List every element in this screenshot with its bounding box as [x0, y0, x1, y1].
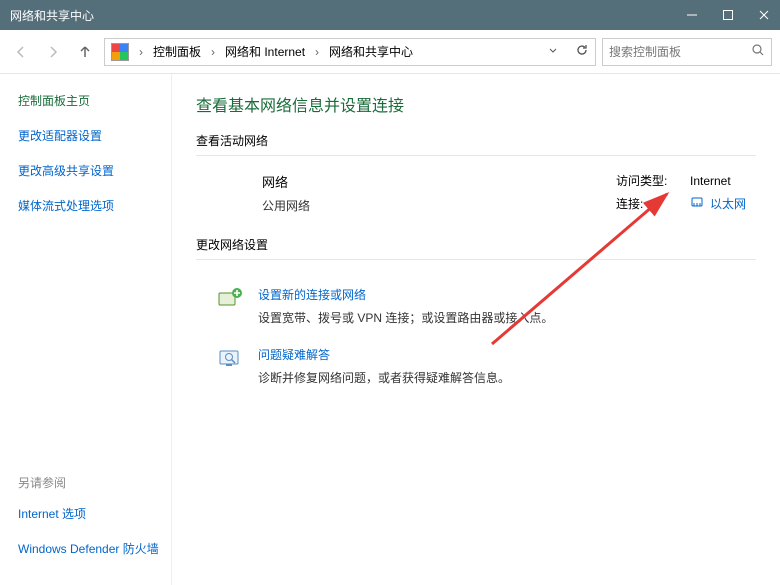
see-also-header: 另请参阅: [18, 474, 159, 491]
content-area: 控制面板主页 更改适配器设置 更改高级共享设置 媒体流式处理选项 另请参阅 In…: [0, 74, 780, 585]
search-input[interactable]: 搜索控制面板: [602, 38, 772, 66]
active-networks-label: 查看活动网络: [196, 132, 756, 156]
active-network-row: 网络 公用网络 访问类型: Internet 连接: 以太网: [196, 172, 756, 236]
troubleshoot-item[interactable]: 问题疑难解答 诊断并修复网络问题，或者获得疑难解答信息。: [196, 336, 756, 396]
window-title: 网络和共享中心: [10, 7, 94, 24]
sidebar-home-link[interactable]: 控制面板主页: [18, 92, 171, 109]
address-bar[interactable]: › 控制面板 › 网络和 Internet › 网络和共享中心: [104, 38, 596, 66]
refresh-button[interactable]: [575, 43, 589, 60]
sidebar-see-also: 另请参阅 Internet 选项 Windows Defender 防火墙: [18, 474, 159, 575]
ethernet-link-label: 以太网: [710, 195, 746, 212]
network-name: 网络: [262, 172, 310, 191]
title-bar: 网络和共享中心: [0, 0, 780, 30]
troubleshoot-desc: 诊断并修复网络问题，或者获得疑难解答信息。: [258, 369, 510, 386]
see-also-defender-firewall[interactable]: Windows Defender 防火墙: [18, 540, 159, 557]
control-panel-icon: [111, 43, 129, 61]
chevron-right-icon: ›: [315, 45, 319, 59]
sidebar: 控制面板主页 更改适配器设置 更改高级共享设置 媒体流式处理选项 另请参阅 In…: [0, 74, 172, 585]
nav-forward-button[interactable]: [40, 39, 66, 65]
connection-label: 连接:: [616, 195, 672, 212]
troubleshoot-icon: [216, 346, 244, 372]
breadcrumb-item[interactable]: 网络和共享中心: [329, 43, 413, 60]
ethernet-icon: [690, 195, 704, 212]
sidebar-link-media[interactable]: 媒体流式处理选项: [18, 197, 171, 214]
breadcrumb-item[interactable]: 控制面板: [153, 43, 201, 60]
maximize-button[interactable]: [722, 9, 734, 21]
page-heading: 查看基本网络信息并设置连接: [196, 92, 756, 116]
sidebar-link-adapter[interactable]: 更改适配器设置: [18, 127, 171, 144]
nav-back-button[interactable]: [8, 39, 34, 65]
troubleshoot-title: 问题疑难解答: [258, 346, 510, 363]
setup-connection-icon: [216, 286, 244, 312]
search-icon: [751, 43, 765, 60]
access-type-value: Internet: [690, 174, 731, 188]
setup-connection-desc: 设置宽带、拨号或 VPN 连接；或设置路由器或接入点。: [258, 309, 553, 326]
setup-connection-title: 设置新的连接或网络: [258, 286, 553, 303]
nav-up-button[interactable]: [72, 39, 98, 65]
setup-connection-item[interactable]: 设置新的连接或网络 设置宽带、拨号或 VPN 连接；或设置路由器或接入点。: [196, 276, 756, 336]
toolbar: › 控制面板 › 网络和 Internet › 网络和共享中心 搜索控制面板: [0, 30, 780, 74]
sidebar-link-sharing[interactable]: 更改高级共享设置: [18, 162, 171, 179]
breadcrumb-item[interactable]: 网络和 Internet: [225, 43, 305, 60]
close-button[interactable]: [758, 9, 770, 21]
main-panel: 查看基本网络信息并设置连接 查看活动网络 网络 公用网络 访问类型: Inter…: [172, 74, 780, 585]
change-settings-label: 更改网络设置: [196, 236, 756, 260]
chevron-right-icon: ›: [211, 45, 215, 59]
minimize-button[interactable]: [686, 9, 698, 21]
active-network-info: 网络 公用网络: [262, 172, 310, 218]
network-category: 公用网络: [262, 197, 310, 214]
dropdown-chevron-icon[interactable]: [547, 44, 559, 59]
window-controls: [686, 9, 770, 21]
ethernet-link[interactable]: 以太网: [690, 195, 746, 212]
active-network-details: 访问类型: Internet 连接: 以太网: [616, 172, 746, 218]
see-also-internet-options[interactable]: Internet 选项: [18, 505, 159, 522]
search-placeholder: 搜索控制面板: [609, 43, 681, 60]
access-type-label: 访问类型:: [616, 172, 672, 189]
chevron-right-icon: ›: [139, 45, 143, 59]
